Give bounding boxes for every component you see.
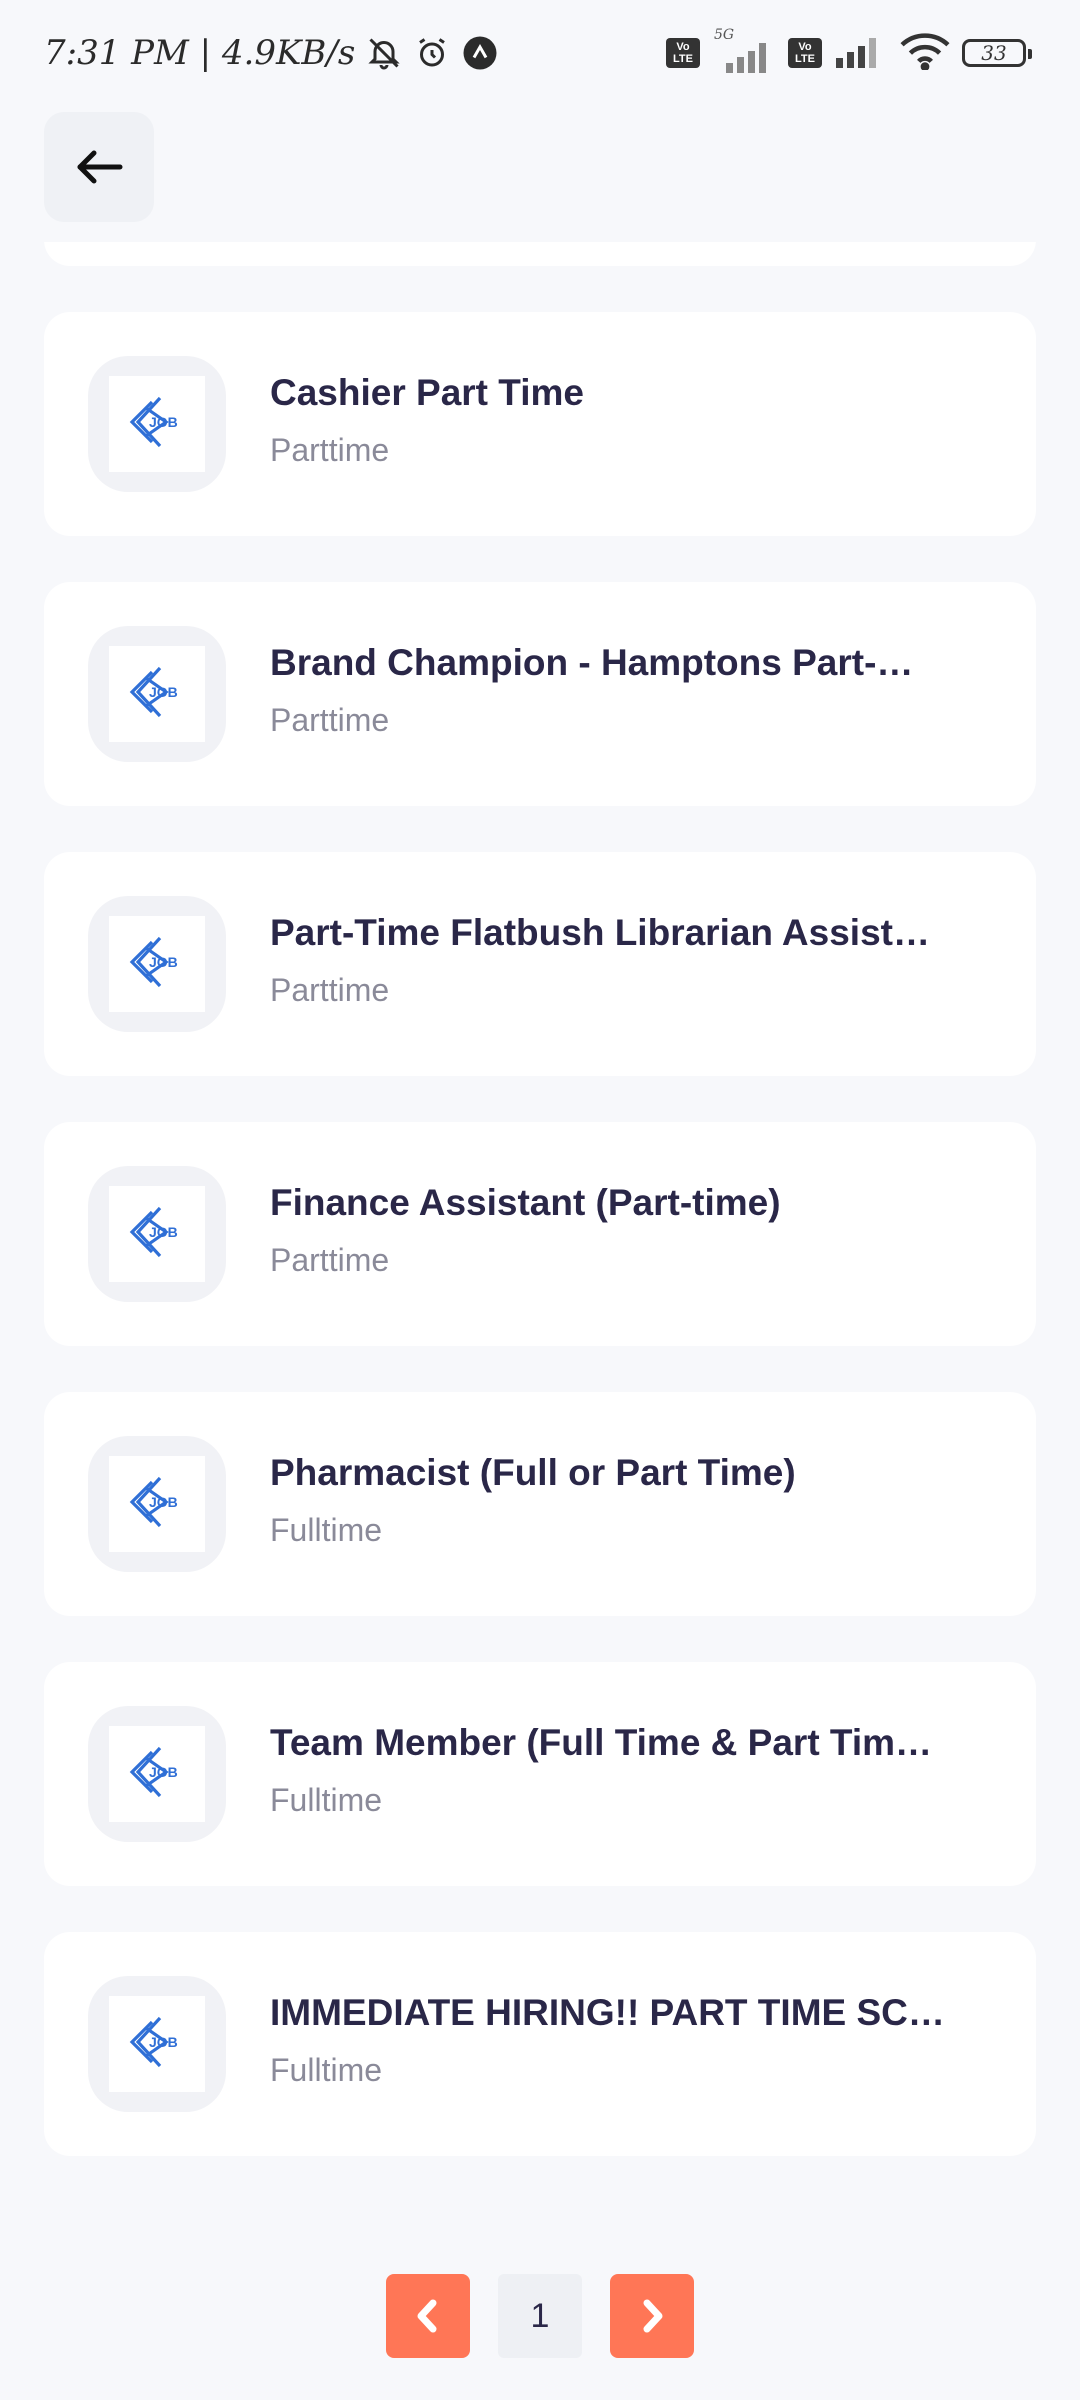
status-bar: 7:31 PM | 4.9KB/s Vo LTE 5G Vo LTE 33 [0, 0, 1080, 105]
signal-icon-2 [834, 34, 888, 72]
company-logo-inner: JOB [109, 1726, 205, 1822]
svg-text:JOB: JOB [149, 414, 178, 430]
company-logo: JOB [88, 1436, 226, 1572]
company-logo-inner: JOB [109, 646, 205, 742]
svg-text:JOB: JOB [149, 1764, 178, 1780]
svg-text:JOB: JOB [149, 1494, 178, 1510]
network-5g-label: 5G [714, 27, 735, 43]
company-logo-inner: JOB [109, 1186, 205, 1282]
job-logo-icon: JOB [129, 666, 178, 718]
company-logo-inner: JOB [109, 916, 205, 1012]
volte-label-1: Vo LTE [673, 41, 693, 65]
job-type: Fulltime [270, 2052, 383, 2088]
svg-text:JOB: JOB [149, 954, 178, 970]
company-logo: JOB [88, 1166, 226, 1302]
company-logo: JOB [88, 1976, 226, 2112]
job-title: IMMEDIATE HIRING!! PART TIME SC… [270, 1992, 945, 2033]
company-logo-inner: JOB [109, 1996, 205, 2092]
job-logo-icon: JOB [129, 1746, 178, 1798]
svg-text:JOB: JOB [149, 684, 178, 700]
job-title: Finance Assistant (Part-time) [270, 1182, 781, 1223]
battery-level: 33 [981, 41, 1007, 65]
job-card[interactable]: JOB Pharmacist (Full or Part Time) Fulltim… [44, 1392, 1036, 1616]
job-type: Parttime [270, 432, 390, 468]
job-title: Part-Time Flatbush Librarian Assist… [270, 912, 930, 953]
job-card[interactable]: JOB Part-Time Flatbush Librarian Assist… P… [44, 852, 1036, 1076]
job-logo-icon: JOB [129, 1476, 178, 1528]
svg-text:JOB: JOB [149, 2034, 178, 2050]
company-logo-inner: JOB [109, 1456, 205, 1552]
job-logo-icon: JOB [129, 1206, 178, 1258]
page-number-current[interactable]: 1 [498, 2274, 582, 2358]
job-title: Cashier Part Time [270, 372, 584, 413]
company-logo-inner: JOB [109, 376, 205, 472]
job-type: Parttime [270, 1242, 390, 1278]
job-title: Brand Champion - Hamptons Part-… [270, 642, 914, 683]
volte-badge-1: Vo LTE [666, 38, 700, 68]
arrow-left-icon [77, 150, 123, 184]
volte-badge-2: Vo LTE [788, 38, 822, 68]
alarm-icon [413, 34, 451, 72]
company-logo: JOB [88, 356, 226, 492]
job-logo-icon: JOB [129, 396, 178, 448]
app-notification-icon [461, 34, 499, 72]
status-time-speed: 7:31 PM | 4.9KB/s [44, 33, 356, 73]
previous-page-button[interactable] [386, 2274, 470, 2358]
chevron-right-icon [643, 2299, 663, 2333]
company-logo: JOB [88, 896, 226, 1032]
job-logo-icon: JOB [129, 936, 178, 988]
chevron-left-icon [417, 2299, 437, 2333]
job-logo-icon: JOB [129, 2016, 178, 2068]
job-card[interactable]: JOB Cashier Part Time Parttime [44, 312, 1036, 536]
job-card[interactable]: JOB Finance Assistant (Part-time) Parttime [44, 1122, 1036, 1346]
job-list[interactable]: JOB JOB Cashier Part Time Parttime JOB Brand … [0, 242, 1080, 2262]
wifi-icon [900, 32, 950, 74]
job-type: Fulltime [270, 1512, 383, 1548]
job-card[interactable]: JOB Brand Champion - Hamptons Part-… Partt… [44, 582, 1036, 806]
pagination: 1 [0, 2274, 1080, 2358]
next-page-button[interactable] [610, 2274, 694, 2358]
job-card[interactable]: JOB [44, 242, 1036, 266]
status-left: 7:31 PM | 4.9KB/s [44, 26, 499, 80]
mute-icon [365, 34, 403, 72]
company-logo: JOB [88, 626, 226, 762]
signal-icon: 5G [712, 27, 776, 73]
job-card[interactable]: JOB IMMEDIATE HIRING!! PART TIME SC… Fullt… [44, 1932, 1036, 2156]
volte-label-2: Vo LTE [795, 41, 815, 65]
job-title: Pharmacist (Full or Part Time) [270, 1452, 796, 1493]
company-logo: JOB [88, 1706, 226, 1842]
back-button[interactable] [44, 112, 154, 222]
battery-icon: 33 [962, 39, 1032, 67]
job-card[interactable]: JOB Team Member (Full Time & Part Tim… Ful… [44, 1662, 1036, 1886]
svg-text:JOB: JOB [149, 1224, 178, 1240]
job-title: Team Member (Full Time & Part Tim… [270, 1722, 933, 1763]
job-type: Fulltime [270, 1782, 383, 1818]
job-type: Parttime [270, 972, 390, 1008]
status-right: Vo LTE 5G Vo LTE 33 [666, 27, 1032, 78]
job-type: Parttime [270, 702, 390, 738]
